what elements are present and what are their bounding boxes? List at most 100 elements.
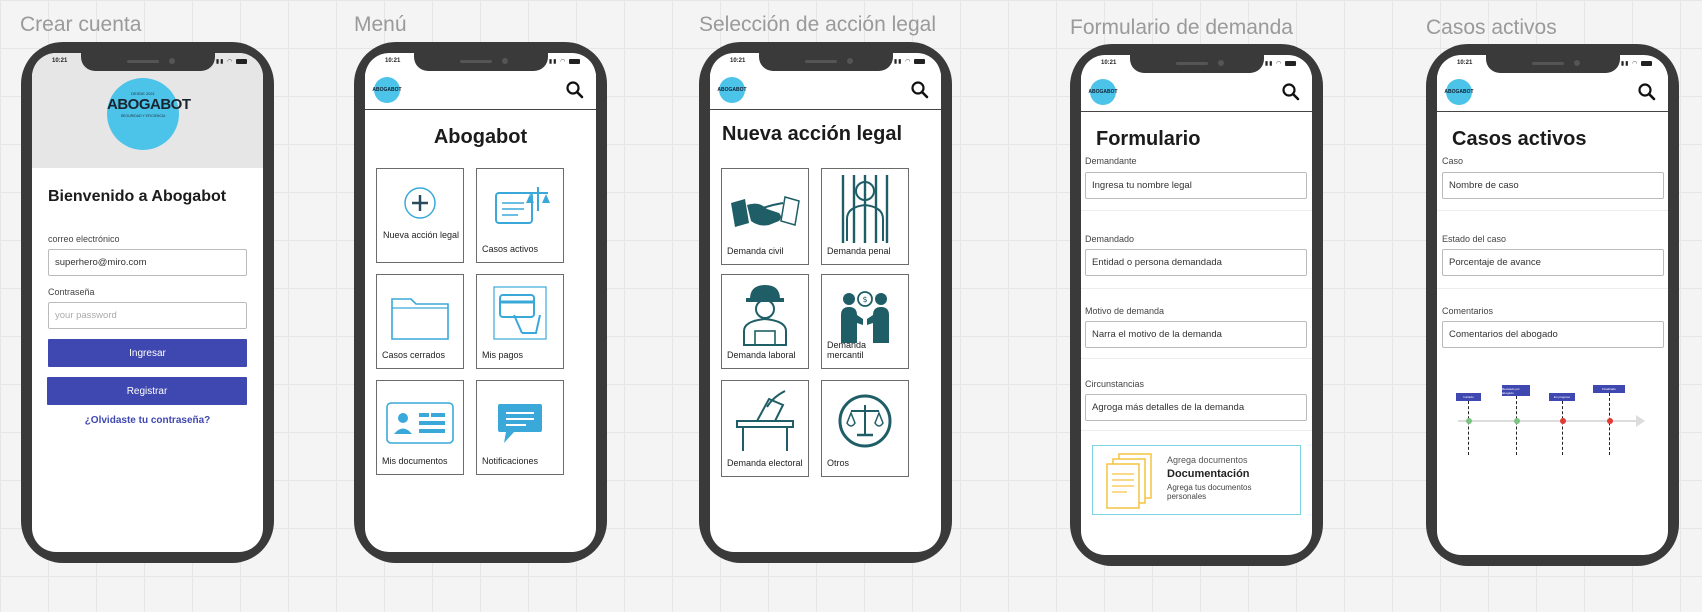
- timeline-dot: [1466, 418, 1472, 424]
- menu-title: Abogabot: [433, 126, 528, 148]
- motivo-input[interactable]: Narra el motivo de la demanda: [1085, 321, 1307, 348]
- battery-icon: [914, 58, 925, 64]
- scale-document-icon: [495, 187, 550, 224]
- timeline-step-iniciado: Iniciado: [1456, 393, 1481, 401]
- section-divider: [1081, 358, 1312, 359]
- status-icons: ▮▮ ◠: [894, 58, 925, 65]
- frame-title-casos: Casos activos: [1426, 16, 1557, 39]
- register-button[interactable]: Registrar: [47, 377, 247, 405]
- search-icon[interactable]: [564, 79, 586, 101]
- menu-tile-label: Casos cerrados: [382, 350, 446, 360]
- status-time: 10:21: [1101, 60, 1117, 66]
- section-divider: [1437, 288, 1668, 289]
- phone-notch: [413, 53, 548, 71]
- status-icons: ▮▮ ◠: [216, 58, 247, 65]
- menu-tile-label: Casos activos: [482, 244, 539, 254]
- demandado-input[interactable]: Entidad o persona demandada: [1085, 249, 1307, 276]
- legal-tile-electoral[interactable]: Demanda electoral: [721, 380, 809, 477]
- id-card-icon: [386, 402, 454, 444]
- app-bar: ABOGABOT: [1437, 75, 1668, 112]
- battery-icon: [1641, 60, 1652, 66]
- timeline-line: [1562, 401, 1563, 455]
- case-progress-timeline: Iniciado Revisado por abogado En progres…: [1437, 380, 1668, 460]
- search-icon[interactable]: [909, 79, 931, 101]
- upload-description: Agrega tus documentos personales: [1167, 483, 1252, 501]
- scale-circle-icon: [838, 394, 892, 448]
- search-icon[interactable]: [1636, 81, 1658, 103]
- timeline-dot: [1514, 418, 1520, 424]
- demandante-label: Demandante: [1085, 156, 1137, 166]
- legal-tile-laboral[interactable]: Demanda laboral: [721, 274, 809, 369]
- email-field[interactable]: superhero@miro.com: [48, 249, 247, 276]
- section-divider: [1081, 210, 1312, 211]
- estado-input[interactable]: Porcentaje de avance: [1442, 249, 1664, 276]
- status-icons: ▮▮ ◠: [549, 58, 580, 65]
- card-payment-icon: [493, 286, 547, 340]
- folder-icon: [391, 298, 449, 340]
- search-icon[interactable]: [1280, 81, 1302, 103]
- screen-menu: 10:21 ▮▮ ◠ ABOGABOT Abogabot Nueva acció…: [365, 53, 596, 552]
- status-icons: ▮▮ ◠: [1265, 60, 1296, 67]
- phone-menu: 10:21 ▮▮ ◠ ABOGABOT Abogabot Nueva acció…: [354, 42, 607, 563]
- section-divider: [1081, 288, 1312, 289]
- battery-icon: [236, 58, 247, 64]
- menu-tile-mis-pagos[interactable]: Mis pagos: [476, 274, 564, 369]
- demandado-label: Demandado: [1085, 234, 1135, 244]
- upload-hint: Agrega documentos: [1167, 455, 1248, 465]
- legal-tile-label: Demanda civil: [727, 246, 784, 256]
- legal-tile-civil[interactable]: Demanda civil: [721, 168, 809, 265]
- upload-documents-box[interactable]: Agrega documentos Documentación Agrega t…: [1092, 445, 1301, 515]
- formulario-title: Formulario: [1096, 128, 1201, 150]
- upload-title: Documentación: [1167, 468, 1250, 480]
- timeline-line: [1468, 401, 1469, 455]
- legal-tile-label: Otros: [827, 458, 850, 468]
- frame-title-seleccion: Selección de acción legal: [699, 13, 936, 36]
- menu-tile-notificaciones[interactable]: Notificaciones: [476, 380, 564, 475]
- motivo-label: Motivo de demanda: [1085, 306, 1165, 316]
- menu-tile-casos-cerrados[interactable]: Casos cerrados: [376, 274, 464, 369]
- comentarios-label: Comentarios: [1442, 306, 1494, 316]
- estado-label: Estado del caso: [1442, 234, 1507, 244]
- comentarios-input[interactable]: Comentarios del abogado: [1442, 321, 1664, 348]
- legal-tile-label: Demanda penal: [827, 246, 891, 256]
- phone-seleccion: 10:21 ▮▮ ◠ ABOGABOT Nueva acción legal D…: [699, 42, 952, 563]
- logo-small[interactable]: ABOGABOT: [717, 77, 747, 103]
- money-exchange-icon: $: [841, 291, 889, 343]
- phone-crear-cuenta: 10:21 ▮▮ ◠ DESDE 2021 ABOGABOT SEGURIDAD…: [21, 42, 274, 563]
- logo-small[interactable]: ABOGABOT: [372, 77, 402, 103]
- status-time: 10:21: [52, 58, 68, 64]
- menu-tile-mis-documentos[interactable]: Mis documentos: [376, 380, 464, 475]
- logo-small[interactable]: ABOGABOT: [1444, 79, 1474, 105]
- demandante-input[interactable]: Ingresa tu nombre legal: [1085, 172, 1307, 199]
- legal-tile-otros[interactable]: Otros: [821, 380, 909, 477]
- timeline-dot: [1560, 418, 1566, 424]
- phone-notch: [80, 53, 215, 71]
- screen-login: 10:21 ▮▮ ◠ DESDE 2021 ABOGABOT SEGURIDAD…: [32, 53, 263, 552]
- battery-icon: [1285, 60, 1296, 66]
- password-field[interactable]: your password: [48, 302, 247, 329]
- status-icons: ▮▮ ◠: [1621, 60, 1652, 67]
- timeline-step-finalizado: Finalizado: [1593, 385, 1625, 393]
- caso-input[interactable]: Nombre de caso: [1442, 172, 1664, 199]
- circunstancias-input[interactable]: Agroga más detalles de la demanda: [1085, 394, 1307, 421]
- logo-small[interactable]: ABOGABOT: [1088, 79, 1118, 105]
- password-label: Contraseña: [48, 287, 95, 297]
- menu-tile-nueva-accion[interactable]: Nueva acción legal: [376, 168, 464, 263]
- timeline-track: [1458, 420, 1642, 422]
- legal-tile-mercantil[interactable]: $ Demanda mercantil: [821, 274, 909, 369]
- menu-tile-casos-activos[interactable]: Casos activos: [476, 168, 564, 263]
- email-label: correo electrónico: [48, 234, 120, 244]
- forgot-password-link[interactable]: ¿Olvidaste tu contraseña?: [32, 415, 263, 426]
- svg-text:$: $: [862, 295, 867, 304]
- documents-icon: [1106, 453, 1152, 509]
- timeline-line: [1516, 396, 1517, 455]
- section-divider: [1081, 430, 1312, 431]
- abogabot-logo: DESDE 2021 ABOGABOT SEGURIDAD Y EFICIENC…: [107, 78, 191, 150]
- login-button[interactable]: Ingresar: [48, 339, 247, 367]
- caso-label: Caso: [1442, 156, 1464, 166]
- phone-notch: [1129, 55, 1264, 73]
- section-divider: [1437, 210, 1668, 211]
- status-time: 10:21: [385, 58, 401, 64]
- screen-formulario: 10:21 ▮▮ ◠ ABOGABOT Formulario Demandant…: [1081, 55, 1312, 555]
- legal-tile-penal[interactable]: Demanda penal: [821, 168, 909, 265]
